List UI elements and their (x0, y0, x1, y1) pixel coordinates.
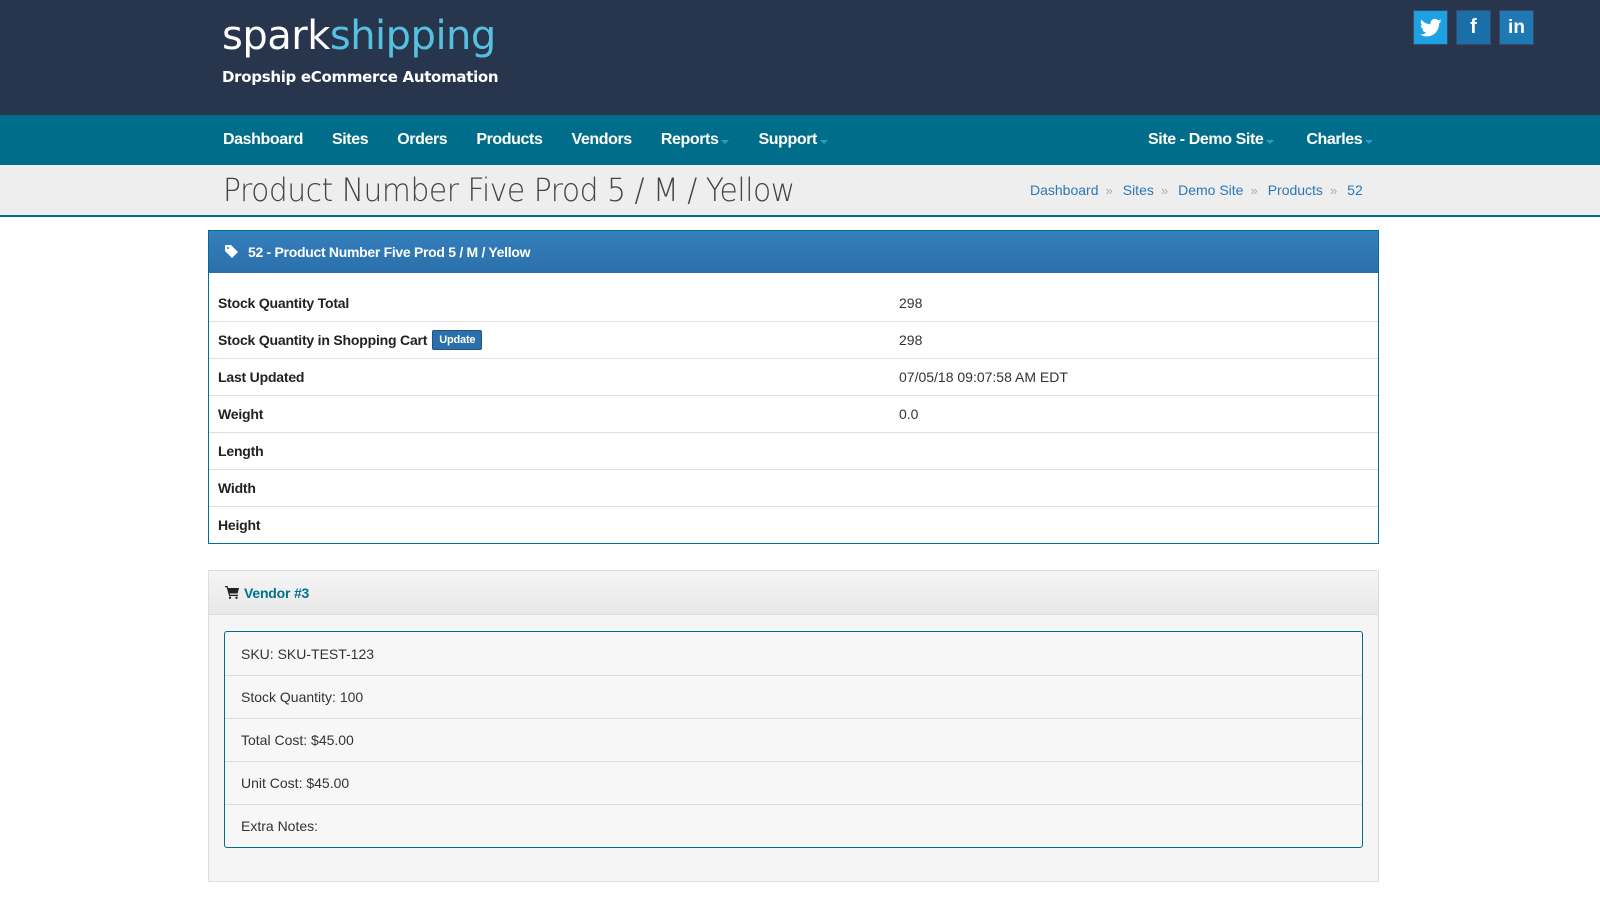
brand-name-part1: spark (222, 13, 330, 59)
list-item: SKU: SKU-TEST-123 (241, 645, 375, 662)
tag-icon (225, 245, 239, 259)
linkedin-link[interactable]: in (1499, 10, 1534, 45)
breadcrumb-sites[interactable]: Sites (1123, 182, 1154, 198)
vendor-link[interactable]: Vendor #3 (244, 585, 309, 601)
nav-vendors-label: Vendors (571, 131, 632, 148)
row-label: Length (218, 443, 264, 459)
nav-dashboard-label: Dashboard (223, 131, 303, 148)
site-selector-label: Site - Demo Site (1148, 131, 1264, 148)
nav-left: Dashboard Sites Orders Products Vendors … (223, 115, 857, 165)
user-menu-label: Charles (1306, 131, 1363, 148)
facebook-link[interactable]: f (1456, 10, 1491, 45)
row-label: Stock Quantity in Shopping Cart (218, 332, 428, 348)
product-details-panel: 52 - Product Number Five Prod 5 / M / Ye… (208, 230, 1379, 544)
breadcrumb-products[interactable]: Products (1268, 182, 1323, 198)
breadcrumb-separator: » (1250, 182, 1258, 198)
facebook-icon: f (1470, 16, 1477, 38)
site-selector-dropdown[interactable]: Site - Demo Site (1148, 131, 1275, 149)
vendor-panel: Vendor #3 SKU: SKU-TEST-123 Stock Quanti… (208, 570, 1379, 882)
row-label: Stock Quantity Total (218, 294, 350, 311)
vendor-details-list: SKU: SKU-TEST-123 Stock Quantity: 100 To… (224, 631, 1363, 848)
breadcrumb-demo-site[interactable]: Demo Site (1178, 182, 1243, 198)
breadcrumb-separator: » (1329, 182, 1338, 198)
table-row: Last Updated 07/05/18 09:07:58 AM EDT (209, 358, 1378, 395)
table-row: Stock Quantity in Shopping Cart Update 2… (209, 321, 1378, 358)
table-row: Width (209, 469, 1378, 506)
table-row: Stock Quantity Total 298 (209, 284, 1378, 321)
breadcrumb-dashboard[interactable]: Dashboard (1030, 182, 1099, 198)
row-value: 298 (899, 332, 923, 348)
linkedin-icon: in (1508, 16, 1525, 38)
row-label: Weight (218, 406, 264, 422)
twitter-icon (1419, 18, 1442, 36)
brand[interactable]: sparkshipping Dropship eCommerce Automat… (222, 10, 499, 86)
twitter-link[interactable] (1413, 10, 1448, 45)
nav-reports-label: Reports (660, 131, 719, 148)
caret-down-icon (721, 140, 730, 144)
list-item: Unit Cost: $45.00 (225, 761, 1362, 804)
row-label: Width (218, 480, 256, 496)
nav-sites[interactable]: Sites (331, 131, 369, 149)
table-row: Height (209, 506, 1378, 543)
list-item: Stock Quantity: 100 (225, 675, 1362, 718)
social-links: f in (1413, 10, 1534, 45)
row-value: 0.0 (899, 406, 919, 422)
product-details-table: Stock Quantity Total 298 Stock Quantity … (209, 273, 1378, 543)
list-item: Extra Notes: (225, 804, 1362, 847)
nav-support-label: Support (758, 131, 817, 148)
nav-support-dropdown[interactable]: Support (758, 131, 828, 149)
breadcrumb-separator: » (1105, 182, 1113, 198)
breadcrumb-separator: » (1160, 182, 1169, 198)
list-item: Total Cost: $45.00 (225, 718, 1362, 761)
product-panel-title: 52 - Product Number Five Prod 5 / M / Ye… (248, 244, 531, 260)
breadcrumb-current[interactable]: 52 (1347, 182, 1363, 198)
nav-products-label: Products (476, 131, 543, 148)
vendor-panel-heading: Vendor #3 (209, 571, 1378, 615)
row-value: 07/05/18 09:07:58 AM EDT (899, 369, 1068, 385)
site-header: sparkshipping Dropship eCommerce Automat… (0, 0, 1600, 115)
nav-right: Site - Demo Site Charles (1148, 115, 1405, 165)
user-menu-dropdown[interactable]: Charles (1306, 131, 1374, 149)
row-label-container: Stock Quantity in Shopping Cart Update (209, 330, 899, 350)
caret-down-icon (820, 140, 828, 144)
product-panel-heading: 52 - Product Number Five Prod 5 / M / Ye… (209, 231, 1378, 273)
caret-down-icon (1365, 140, 1374, 144)
row-value: 298 (899, 294, 923, 311)
row-label: Height (218, 517, 261, 533)
nav-reports-dropdown[interactable]: Reports (661, 131, 730, 149)
brand-logo[interactable]: sparkshipping (222, 10, 498, 62)
page-title: Product Number Five Prod 5 / M / Yellow (223, 171, 795, 209)
nav-vendors[interactable]: Vendors (571, 131, 632, 149)
nav-orders-label: Orders (397, 131, 448, 148)
nav-sites-label: Sites (331, 131, 369, 148)
main-nav: Dashboard Sites Orders Products Vendors … (0, 115, 1600, 165)
update-button[interactable]: Update (432, 330, 483, 350)
table-row: Weight 0.0 (209, 395, 1378, 432)
page-header: Product Number Five Prod 5 / M / Yellow … (0, 165, 1600, 217)
brand-tagline: Dropship eCommerce Automation (222, 68, 499, 86)
table-row: Length (209, 432, 1378, 469)
caret-down-icon (1266, 140, 1275, 144)
breadcrumb: Dashboard » Sites » Demo Site » Products… (1030, 182, 1363, 198)
row-label: Last Updated (218, 369, 305, 385)
nav-orders[interactable]: Orders (397, 131, 447, 149)
brand-name-part2: shipping (329, 13, 496, 59)
nav-products[interactable]: Products (476, 131, 543, 149)
nav-dashboard[interactable]: Dashboard (223, 131, 303, 149)
shopping-cart-icon (225, 586, 239, 599)
